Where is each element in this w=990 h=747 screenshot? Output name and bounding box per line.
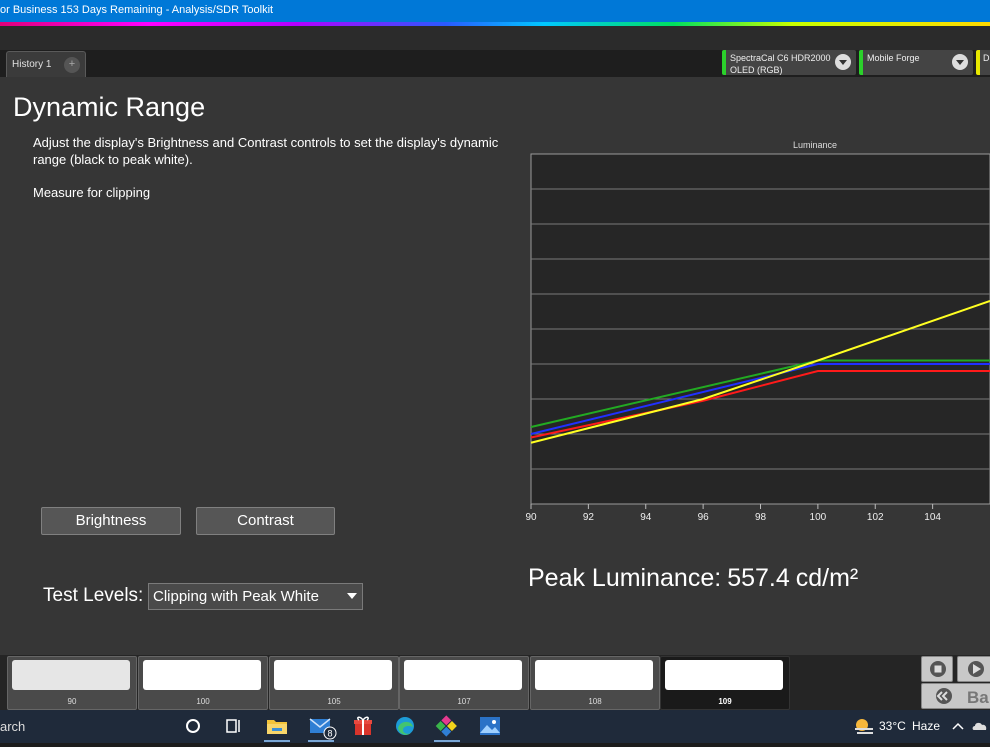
swatch-preview [665, 660, 783, 690]
luminance-chart: 90 92 94 96 98 100 102 104 [525, 153, 990, 523]
x-tick-label: 104 [924, 512, 941, 523]
display-selector[interactable]: D [976, 50, 990, 75]
x-tick-label: 90 [525, 512, 537, 523]
x-tick-label: 96 [698, 512, 710, 523]
x-tick-label: 92 [583, 512, 595, 523]
weather-condition: Haze [912, 719, 941, 733]
swatch-108[interactable]: 108 [530, 656, 660, 710]
swatch-109[interactable]: 109 [660, 656, 790, 710]
tab-history-1[interactable]: History 1 + [6, 51, 86, 78]
peak-unit: cd/m² [795, 564, 859, 592]
page-title: Dynamic Range [13, 92, 206, 122]
weather-haze-icon [851, 714, 877, 738]
test-levels-label: Test Levels: [43, 585, 144, 606]
swatch-preview [274, 660, 392, 690]
swatch-90[interactable]: 90 [7, 656, 137, 710]
add-tab-button[interactable]: + [64, 57, 80, 73]
measure-note: Measure for clipping [33, 185, 151, 200]
mail-badge: 8 [327, 729, 332, 739]
test-levels-select[interactable]: Clipping with Peak White [148, 583, 363, 610]
tab-label: History 1 [12, 59, 52, 70]
swatch-label: 90 [67, 697, 77, 706]
photos-icon[interactable] [477, 714, 503, 738]
test-levels-value: Clipping with Peak White [153, 588, 319, 605]
swatch-label: 107 [457, 697, 471, 706]
gift-icon[interactable] [350, 714, 376, 738]
swatch-label: 109 [718, 697, 732, 706]
x-tick-label: 94 [640, 512, 652, 523]
display-name: D [983, 53, 990, 63]
x-tick-label: 98 [755, 512, 767, 523]
contrast-button[interactable]: Contrast [196, 507, 335, 535]
toolbar-strip [0, 26, 990, 50]
swatch-preview [404, 660, 522, 690]
task-view-icon[interactable] [220, 714, 246, 738]
swatch-preview [143, 660, 261, 690]
instructions-text: Adjust the display's Brightness and Cont… [33, 135, 499, 167]
swatch-100[interactable]: 100 [138, 656, 268, 710]
onedrive-cloud-icon[interactable] [970, 714, 990, 738]
generator-name: Mobile Forge [867, 53, 920, 63]
swatch-label: 108 [588, 697, 602, 706]
chevron-down-icon[interactable] [952, 54, 968, 70]
chart-title: Luminance [792, 140, 838, 150]
peak-value: 557.4 [727, 564, 790, 592]
meter-selector[interactable]: SpectraCal C6 HDR2000 OLED (RGB) [722, 50, 856, 75]
swatch-preview [12, 660, 130, 690]
edge-browser-icon[interactable] [392, 714, 418, 738]
stop-button[interactable] [921, 656, 953, 682]
swatch-label: 105 [327, 697, 341, 706]
brightness-button[interactable]: Brightness [41, 507, 181, 535]
chevron-down-icon [347, 593, 357, 599]
back-button[interactable]: Ba [921, 683, 990, 709]
meter-name: SpectraCal C6 HDR2000 [730, 53, 831, 63]
back-label: Ba [967, 688, 989, 707]
stop-icon [930, 661, 946, 677]
cortana-icon[interactable] [180, 714, 206, 738]
calman-app-icon[interactable] [434, 714, 460, 742]
swatch-preview [535, 660, 653, 690]
swatch-107[interactable]: 107 [399, 656, 529, 710]
mail-icon[interactable]: 8 [308, 714, 337, 742]
taskbar-search[interactable]: arch [0, 719, 25, 734]
swatch-label: 100 [196, 697, 210, 706]
x-tick-label: 100 [810, 512, 827, 523]
peak-luminance-readout: Peak Luminance: 557.4 cd/m² [528, 564, 864, 593]
window-title-bar: or Business 153 Days Remaining - Analysi… [0, 0, 990, 22]
chevron-up-icon[interactable] [948, 714, 968, 738]
meter-mode: OLED (RGB) [730, 65, 783, 75]
weather-temperature: 33°C [879, 719, 906, 733]
file-explorer-icon[interactable] [264, 714, 290, 742]
play-icon [968, 661, 984, 677]
window-title: or Business 153 Days Remaining - Analysi… [0, 4, 274, 16]
chevron-down-icon[interactable] [835, 54, 851, 70]
swatch-105[interactable]: 105 [269, 656, 399, 710]
pattern-generator-selector[interactable]: Mobile Forge [859, 50, 973, 75]
x-tick-label: 102 [867, 512, 884, 523]
peak-label: Peak Luminance: [528, 564, 722, 592]
play-button[interactable] [957, 656, 990, 682]
